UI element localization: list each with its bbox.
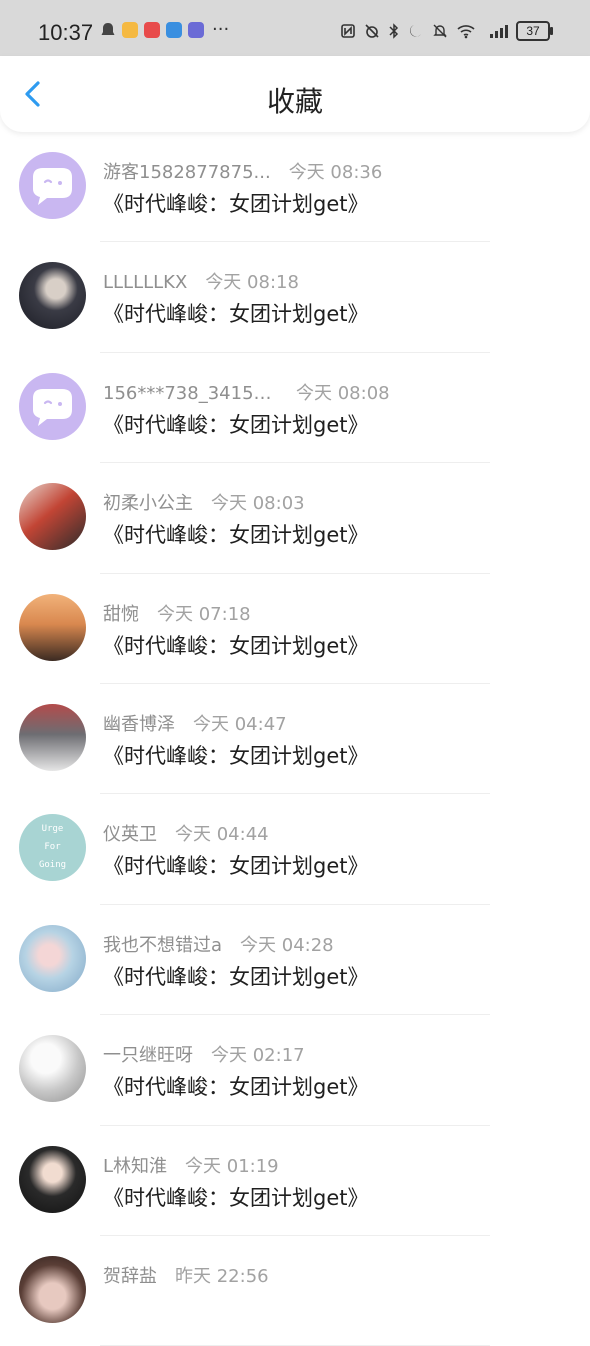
status-time: 10:37 xyxy=(38,20,94,45)
user-name[interactable]: 初柔小公主 xyxy=(103,489,193,515)
item-title[interactable]: 《时代峰峻：女团计划get》 xyxy=(103,630,368,660)
user-name[interactable]: 一只继旺呀 xyxy=(103,1041,193,1067)
item-meta: 一只继旺呀 今天 02:17 xyxy=(103,1041,305,1067)
item-meta: 贺辞盐 昨天 22:56 xyxy=(103,1262,269,1288)
item-title[interactable]: 《时代峰峻：女团计划get》 xyxy=(103,188,368,218)
app-icon-purple xyxy=(188,22,204,38)
wifi-icon xyxy=(457,25,475,39)
timestamp: 今天 08:03 xyxy=(211,493,305,515)
user-name[interactable]: 仪英卫 xyxy=(103,820,157,846)
page-title: 收藏 xyxy=(266,85,323,118)
timestamp: 昨天 22:56 xyxy=(175,1265,269,1287)
avatar[interactable] xyxy=(19,152,86,219)
avatar-text: Urge xyxy=(41,824,64,835)
list-item[interactable]: 一只继旺呀 今天 02:17 《时代峰峻：女团计划get》 xyxy=(0,1015,590,1126)
app-icon-red xyxy=(144,22,160,38)
status-notification-icons: ··· xyxy=(100,19,230,40)
item-meta: 我也不想错过a 今天 04:28 xyxy=(103,931,334,957)
list-item[interactable]: 初柔小公主 今天 08:03 《时代峰峻：女团计划get》 xyxy=(0,463,590,574)
bell-off-icon xyxy=(433,24,447,38)
user-name[interactable]: 幽香博泽 xyxy=(103,710,175,736)
list-item[interactable]: 156***738_34154... 今天 08:08 《时代峰峻：女团计划get》 xyxy=(0,353,590,464)
timestamp: 今天 02:17 xyxy=(211,1045,305,1067)
avatar[interactable] xyxy=(19,483,86,551)
list-item[interactable]: 游客1582877875... 今天 08:36 《时代峰峻：女团计划get》 xyxy=(0,132,590,243)
list-item[interactable]: 我也不想错过a 今天 04:28 《时代峰峻：女团计划get》 xyxy=(0,905,590,1016)
item-title[interactable]: 《时代峰峻：女团计划get》 xyxy=(103,1182,368,1212)
avatar-text: Going xyxy=(38,860,67,871)
item-title[interactable]: 《时代峰峻：女团计划get》 xyxy=(103,409,368,439)
chat-bubble-icon xyxy=(33,388,72,426)
item-meta: 甜惋 今天 07:18 xyxy=(103,600,251,626)
avatar[interactable]: Urge For Going xyxy=(19,814,86,882)
item-meta: 幽香博泽 今天 04:47 xyxy=(103,710,287,736)
list-item[interactable]: 贺辞盐 昨天 22:56 xyxy=(0,1236,590,1346)
list-item[interactable]: L林知淮 今天 01:19 《时代峰峻：女团计划get》 xyxy=(0,1126,590,1236)
user-name[interactable]: 我也不想错过a xyxy=(103,931,222,957)
item-title[interactable]: 《时代峰峻：女团计划get》 xyxy=(103,519,368,549)
list-item[interactable]: 甜惋 今天 07:18 《时代峰峻：女团计划get》 xyxy=(0,574,590,684)
user-name[interactable]: LLLLLLKX xyxy=(103,272,187,293)
moon-icon xyxy=(410,25,421,37)
user-name[interactable]: 156***738_34154... xyxy=(103,383,278,404)
status-bar: 10:37 ··· 37 xyxy=(0,0,590,64)
avatar[interactable] xyxy=(19,703,86,771)
avatar[interactable] xyxy=(19,1145,86,1213)
avatar[interactable] xyxy=(19,593,86,661)
battery-icon: 37 xyxy=(516,21,553,41)
more-notifications-icon: ··· xyxy=(212,19,230,40)
list-item[interactable]: Urge For Going 仪英卫 今天 04:44 《时代峰峻：女团计划get》 xyxy=(0,794,590,905)
signal-4g-icon xyxy=(490,25,508,38)
alarm-off-icon xyxy=(365,24,379,38)
timestamp: 今天 04:47 xyxy=(193,713,287,735)
timestamp: 今天 08:18 xyxy=(205,272,299,294)
timestamp: 今天 01:19 xyxy=(185,1155,279,1177)
item-meta: LLLLLLKX 今天 08:18 xyxy=(103,268,299,294)
favorites-list: 游客1582877875... 今天 08:36 《时代峰峻：女团计划get》 LLL… xyxy=(0,132,590,1346)
chat-bubble-icon xyxy=(33,168,72,205)
timestamp: 今天 08:08 xyxy=(296,382,390,404)
avatar[interactable] xyxy=(19,372,86,440)
timestamp: 今天 07:18 xyxy=(157,603,251,625)
timestamp: 今天 04:28 xyxy=(240,934,334,956)
item-title[interactable]: 《时代峰峻：女团计划get》 xyxy=(103,298,368,328)
item-title[interactable]: 《时代峰峻：女团计划get》 xyxy=(103,740,368,770)
item-title[interactable]: 《时代峰峻：女团计划get》 xyxy=(103,961,368,991)
avatar[interactable] xyxy=(19,1035,86,1103)
item-meta: 156***738_34154... 今天 08:08 xyxy=(103,379,390,405)
timestamp: 今天 08:36 xyxy=(288,162,383,183)
item-meta: 初柔小公主 今天 08:03 xyxy=(103,489,305,515)
avatar[interactable] xyxy=(19,262,86,330)
user-name[interactable]: 游客1582877875... xyxy=(103,158,271,184)
app-icon-blue xyxy=(166,22,182,38)
timestamp: 今天 04:44 xyxy=(175,824,269,846)
item-title[interactable]: 《时代峰峻：女团计划get》 xyxy=(103,1071,368,1101)
avatar[interactable] xyxy=(19,924,86,992)
status-system-icons: 37 xyxy=(340,21,553,41)
ghost-icon xyxy=(101,23,115,35)
user-name[interactable]: 甜惋 xyxy=(103,600,139,626)
item-title[interactable]: 《时代峰峻：女团计划get》 xyxy=(103,850,368,880)
app-icon-yellow xyxy=(122,22,138,38)
user-name[interactable]: L林知淮 xyxy=(103,1152,167,1178)
list-item[interactable]: 幽香博泽 今天 04:47 《时代峰峻：女团计划get》 xyxy=(0,684,590,795)
avatar[interactable] xyxy=(19,1255,86,1323)
list-item[interactable]: LLLLLLKX 今天 08:18 《时代峰峻：女团计划get》 xyxy=(0,242,590,353)
header-bar: 收藏 xyxy=(0,56,590,132)
item-meta: 仪英卫 今天 04:44 xyxy=(103,820,269,846)
item-meta: L林知淮 今天 01:19 xyxy=(103,1152,279,1178)
avatar-text: For xyxy=(44,842,61,853)
item-meta: 游客1582877875... 今天 08:36 xyxy=(103,158,382,184)
bluetooth-icon xyxy=(389,23,399,39)
user-name[interactable]: 贺辞盐 xyxy=(103,1262,157,1288)
nfc-icon xyxy=(341,24,355,38)
